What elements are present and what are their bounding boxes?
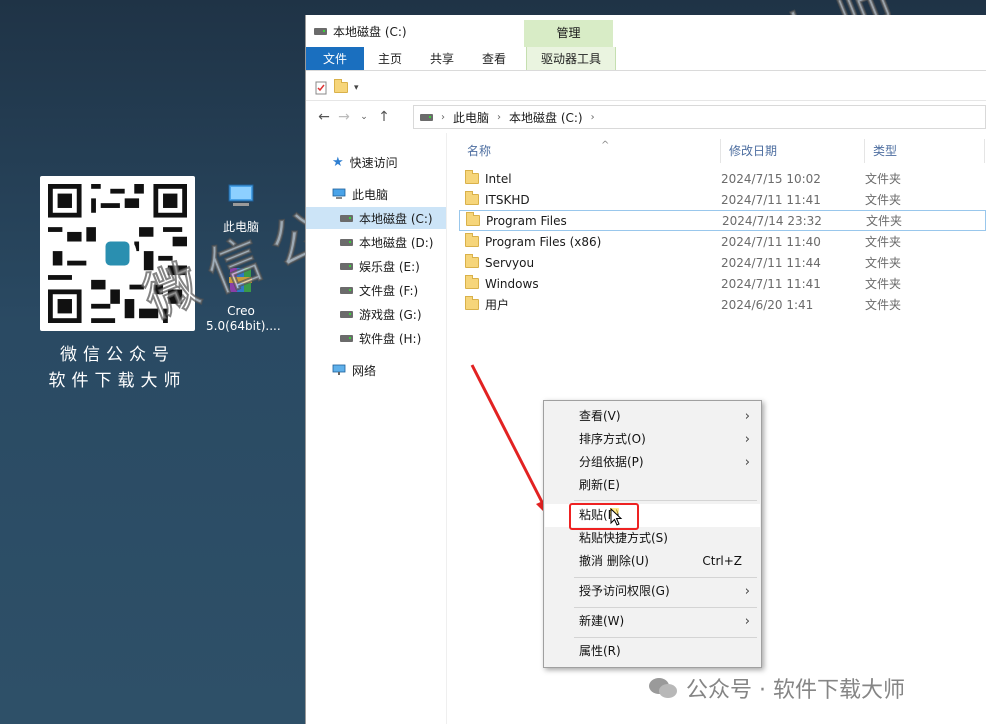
menu-item-refresh[interactable]: 刷新(E)	[545, 474, 760, 497]
wechat-icon	[649, 678, 677, 698]
menu-item-label: 刷新(E)	[579, 478, 620, 492]
annotation-arrow	[470, 364, 552, 520]
annotation-highlight-box	[569, 503, 639, 530]
menu-item-sort-by[interactable]: 排序方式(O) ›	[545, 428, 760, 451]
menu-item-view[interactable]: 查看(V) ›	[545, 405, 760, 428]
chevron-right-icon: ›	[744, 432, 750, 447]
menu-item-new[interactable]: 新建(W) ›	[545, 610, 760, 633]
menu-item-shortcut: Ctrl+Z	[702, 554, 742, 568]
menu-separator	[574, 607, 757, 608]
menu-item-properties[interactable]: 属性(R)	[545, 640, 760, 663]
menu-item-paste-shortcut[interactable]: 粘贴快捷方式(S)	[545, 527, 760, 550]
menu-separator	[574, 500, 757, 501]
menu-item-label: 查看(V)	[579, 409, 621, 423]
menu-item-label: 属性(R)	[579, 644, 621, 658]
footer-watermark-text: 公众号 · 软件下载大师	[686, 678, 905, 703]
menu-item-label: 撤消 删除(U)	[579, 554, 649, 568]
menu-item-label: 新建(W)	[579, 614, 625, 628]
footer-watermark: 公众号 · 软件下载大师	[648, 672, 905, 704]
menu-item-undo-delete[interactable]: 撤消 删除(U) Ctrl+Z	[545, 550, 760, 573]
menu-separator	[574, 637, 757, 638]
menu-item-label: 排序方式(O)	[579, 432, 646, 446]
chevron-right-icon: ›	[744, 455, 750, 470]
menu-item-label: 粘贴快捷方式(S)	[579, 531, 668, 545]
chevron-right-icon: ›	[744, 409, 750, 424]
chevron-right-icon: ›	[744, 584, 750, 599]
context-menu: 查看(V) › 排序方式(O) › 分组依据(P) › 刷新(E) 粘贴(P) …	[543, 400, 762, 668]
menu-item-label: 分组依据(P)	[579, 455, 644, 469]
menu-item-group-by[interactable]: 分组依据(P) ›	[545, 451, 760, 474]
menu-item-grant-access[interactable]: 授予访问权限(G) ›	[545, 580, 760, 603]
menu-item-label: 授予访问权限(G)	[579, 584, 670, 598]
menu-separator	[574, 577, 757, 578]
chevron-right-icon: ›	[744, 614, 750, 629]
mouse-cursor-icon	[610, 508, 623, 526]
